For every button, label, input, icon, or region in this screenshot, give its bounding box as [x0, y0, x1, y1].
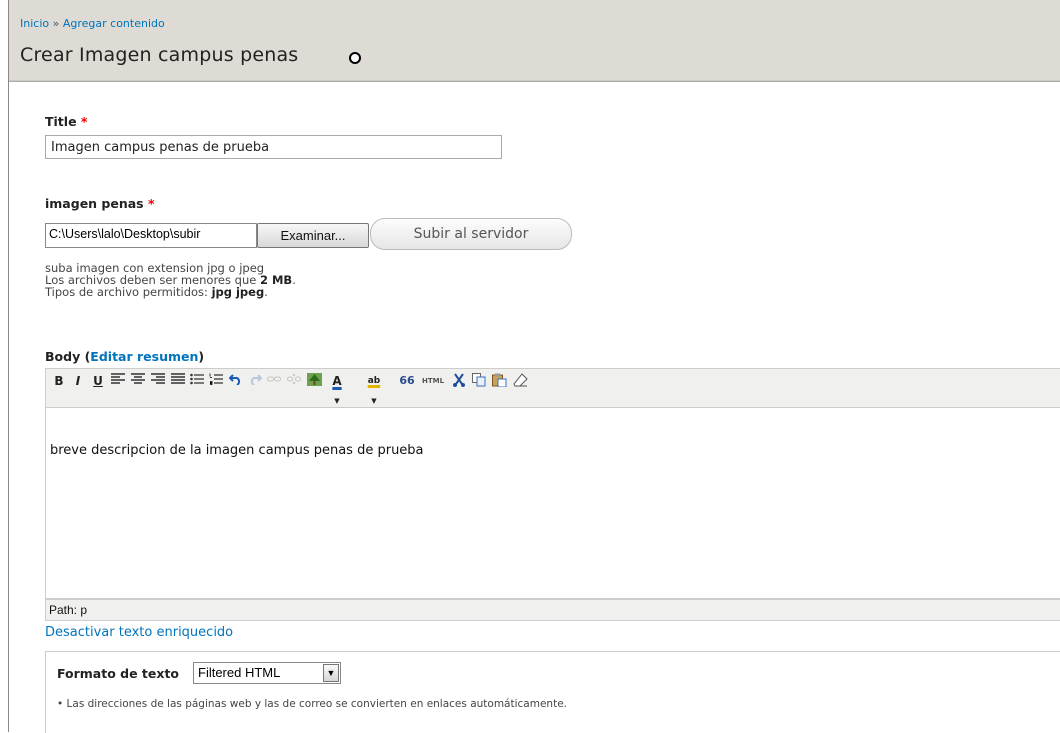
chevron-down-icon[interactable]: ▼	[323, 664, 339, 682]
image-help-types-suffix: .	[264, 285, 268, 299]
content-area: Title * imagen penas * C:\Users\lalo\Des…	[9, 81, 1060, 733]
insert-image-icon[interactable]	[306, 373, 322, 389]
image-help-size-suffix: .	[292, 273, 296, 287]
paste-icon[interactable]	[491, 373, 507, 389]
highlight-dropdown-icon[interactable]: ▼	[369, 393, 379, 409]
text-format-box: Formato de texto Filtered HTML ▼ • Las d…	[45, 651, 1060, 733]
image-label-text: imagen penas	[45, 196, 144, 211]
edit-summary-link[interactable]: Editar resumen	[90, 349, 198, 364]
add-shortcut-icon[interactable]	[349, 52, 361, 64]
path-value[interactable]: p	[80, 603, 87, 617]
underline-button[interactable]: U	[91, 373, 105, 389]
text-format-tip: • Las direcciones de las páginas web y l…	[57, 698, 567, 710]
undo-icon[interactable]	[228, 373, 244, 389]
image-label: imagen penas *	[45, 196, 155, 211]
text-format-label: Formato de texto	[57, 666, 180, 681]
upload-button[interactable]: Subir al servidor	[370, 218, 572, 250]
editor-path-bar: Path: p	[45, 599, 1060, 621]
body-label: Body (Editar resumen)	[45, 349, 204, 364]
editor-toolbar: B I U A ▼ ab ▼ 66 HTML	[45, 368, 1060, 408]
numbered-list-icon[interactable]	[208, 373, 224, 389]
path-label: Path:	[49, 603, 78, 617]
align-left-icon[interactable]	[110, 373, 126, 389]
italic-button[interactable]: I	[71, 373, 85, 389]
disable-rich-text-link[interactable]: Desactivar texto enriquecido	[45, 625, 233, 640]
unlink-icon	[286, 373, 302, 389]
tip-bullet-icon: •	[57, 698, 64, 710]
page-frame: Inicio » Agregar contenido Crear Imagen …	[8, 0, 1060, 733]
text-format-select[interactable]: Filtered HTML ▼	[193, 662, 341, 684]
breadcrumb-home-link[interactable]: Inicio	[20, 17, 49, 30]
blockquote-button[interactable]: 66	[398, 373, 416, 389]
file-path-input[interactable]: C:\Users\lalo\Desktop\subir	[45, 223, 257, 248]
link-icon	[266, 373, 282, 389]
image-required-mark: *	[147, 196, 155, 211]
title-label-text: Title	[45, 114, 77, 129]
page-title: Crear Imagen campus penas	[20, 44, 299, 66]
body-editor-content[interactable]: breve descripcion de la imagen campus pe…	[50, 443, 424, 458]
remove-format-icon[interactable]	[512, 373, 528, 389]
title-label: Title *	[45, 114, 87, 129]
image-help-types: Tipos de archivo permitidos: jpg jpeg.	[45, 286, 268, 298]
text-format-tip-text: Las direcciones de las páginas web y las…	[66, 698, 567, 710]
bullet-list-icon[interactable]	[189, 373, 205, 389]
html-source-button[interactable]: HTML	[420, 373, 446, 389]
browse-button[interactable]: Examinar...	[257, 223, 369, 248]
bold-button[interactable]: B	[52, 373, 66, 389]
image-help-types-prefix: Tipos de archivo permitidos:	[45, 285, 208, 299]
breadcrumb: Inicio » Agregar contenido	[20, 17, 165, 30]
align-center-icon[interactable]	[130, 373, 146, 389]
align-right-icon[interactable]	[150, 373, 166, 389]
font-color-button[interactable]: A	[328, 373, 346, 389]
body-paren-close: )	[198, 349, 205, 364]
title-required-mark: *	[80, 114, 88, 129]
image-help-types-value: jpg jpeg	[211, 285, 265, 299]
redo-icon	[247, 373, 263, 389]
copy-icon[interactable]	[471, 373, 487, 389]
body-editor[interactable]: breve descripcion de la imagen campus pe…	[45, 408, 1060, 599]
body-label-text: Body	[45, 349, 81, 364]
highlight-button[interactable]: ab	[364, 373, 384, 389]
align-justify-icon[interactable]	[170, 373, 186, 389]
breadcrumb-separator: »	[52, 17, 60, 30]
cut-icon[interactable]	[451, 373, 467, 389]
font-color-dropdown-icon[interactable]: ▼	[332, 393, 342, 409]
breadcrumb-add-content-link[interactable]: Agregar contenido	[63, 17, 165, 30]
text-format-selected: Filtered HTML	[198, 665, 281, 680]
page-header: Inicio » Agregar contenido Crear Imagen …	[9, 0, 1060, 81]
title-input[interactable]	[45, 135, 502, 159]
